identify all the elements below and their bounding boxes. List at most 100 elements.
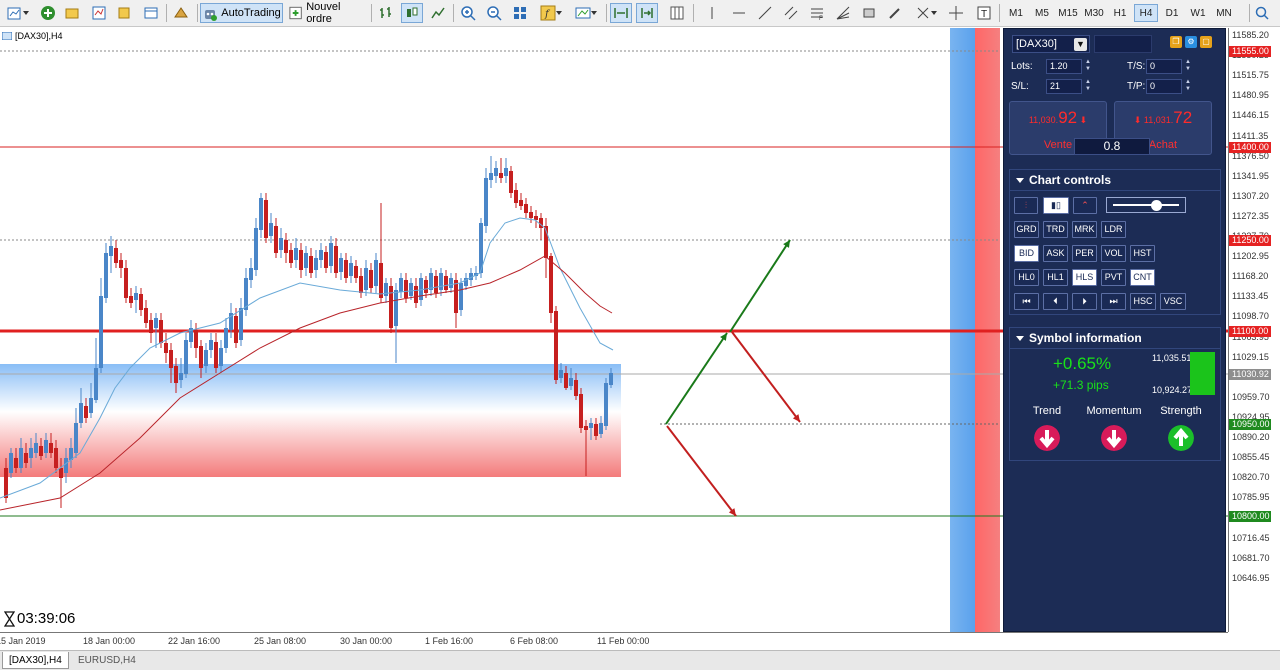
new-chart-button[interactable]	[2, 3, 34, 23]
timeframe-w1[interactable]: W1	[1186, 4, 1210, 22]
zoom-in-button[interactable]	[458, 3, 478, 23]
control-grd-button[interactable]: GRD	[1014, 221, 1039, 238]
timeframe-m1[interactable]: M1	[1004, 4, 1028, 22]
candle-body	[589, 423, 593, 428]
time-tick-label: 25 Jan 08:00	[254, 636, 307, 646]
price-axis[interactable]: 11585.2011550.2511515.7511480.9511446.15…	[1228, 28, 1280, 632]
fibo-fan-icon	[836, 6, 850, 20]
fibonacci-button[interactable]: F	[807, 3, 827, 23]
bar-mode-button[interactable]: ⫶	[1014, 197, 1038, 214]
control-cnt-button[interactable]: CNT	[1130, 269, 1155, 286]
line-mode-button[interactable]: ⌃	[1073, 197, 1097, 214]
new-order-button[interactable]: Nouvel ordre	[287, 1, 367, 25]
period-separators-button[interactable]	[666, 3, 688, 23]
market-watch-button[interactable]	[89, 3, 109, 23]
tab-eurusd[interactable]: EURUSD,H4	[72, 652, 142, 669]
tile-icon	[514, 7, 526, 19]
arrow-button[interactable]	[885, 3, 905, 23]
chart-shift-icon	[614, 8, 628, 18]
data-window-button[interactable]	[114, 3, 134, 23]
candlestick-button[interactable]	[401, 3, 423, 23]
zoom-slider[interactable]	[1106, 197, 1186, 213]
cursor-button[interactable]	[703, 3, 721, 23]
control-per-button[interactable]: PER	[1072, 245, 1097, 262]
navigator-icon	[144, 7, 158, 19]
ts-spinner[interactable]: ▲ ▼	[1184, 59, 1192, 74]
symbol-select[interactable]: [DAX30] ▼	[1012, 35, 1090, 53]
zoom-slider-knob[interactable]	[1151, 200, 1162, 211]
tp-spinner[interactable]: ▲ ▼	[1184, 79, 1192, 94]
timeframe-m15[interactable]: M15	[1056, 4, 1080, 22]
control-mrk-button[interactable]: MRK	[1072, 221, 1097, 238]
control-hl0-button[interactable]: HL0	[1014, 269, 1039, 286]
tile-windows-button[interactable]	[510, 3, 530, 23]
tab-dax30[interactable]: [DAX30],H4	[2, 652, 69, 669]
time-axis[interactable]: 15 Jan 2019 18 Jan 00:00 22 Jan 16:00 25 Ja…	[0, 632, 1228, 649]
autotrading-button[interactable]: AutoTrading	[200, 3, 283, 23]
settings-icon[interactable]: ⚙	[1185, 36, 1197, 48]
last-icon[interactable]: ⏭	[1101, 293, 1126, 310]
chevron-down-icon	[931, 11, 937, 15]
pencil-icon	[889, 8, 900, 19]
strategy-tester-button[interactable]	[170, 3, 192, 23]
timeframe-h4[interactable]: H4	[1134, 4, 1158, 22]
timeframe-m5[interactable]: M5	[1030, 4, 1054, 22]
control-ask-button[interactable]: ASK	[1043, 245, 1068, 262]
first-icon[interactable]: ⏮	[1014, 293, 1039, 310]
arrows-menu-button[interactable]	[911, 3, 941, 23]
sl-input[interactable]: 21	[1046, 79, 1082, 94]
ts-input[interactable]: 0	[1146, 59, 1182, 74]
indicators-button[interactable]: f	[536, 3, 566, 23]
control-ldr-button[interactable]: LDR	[1101, 221, 1126, 238]
line-chart-button[interactable]	[428, 3, 448, 23]
horizontal-line-button[interactable]	[729, 3, 749, 23]
control-trd-button[interactable]: TRD	[1043, 221, 1068, 238]
time-tick-label: 18 Jan 00:00	[83, 636, 136, 646]
chart-controls-header[interactable]: Chart controls	[1010, 170, 1220, 191]
lots-spinner[interactable]: ▲ ▼	[1084, 59, 1092, 74]
navigator-button[interactable]	[141, 3, 161, 23]
crosshair-button[interactable]	[946, 3, 966, 23]
candle-body	[414, 286, 418, 303]
candle-body	[594, 424, 598, 436]
timeframe-h1[interactable]: H1	[1108, 4, 1132, 22]
fibo-fan-button[interactable]	[833, 3, 853, 23]
profiles-button[interactable]	[62, 3, 82, 23]
prev-icon[interactable]: ⏴	[1043, 293, 1068, 310]
tp-input[interactable]: 0	[1146, 79, 1182, 94]
candle-body	[109, 246, 113, 256]
equidistant-channel-button[interactable]	[781, 3, 801, 23]
zoom-out-button[interactable]	[484, 3, 504, 23]
window-icon[interactable]: ▢	[1200, 36, 1212, 48]
rectangle-button[interactable]	[859, 3, 879, 23]
lots-label: Lots:	[1011, 61, 1033, 72]
control-vsc-button[interactable]: VSC	[1160, 293, 1186, 310]
lots-input[interactable]: 1.20	[1046, 59, 1082, 74]
symbol-information-header[interactable]: Symbol information	[1010, 328, 1220, 349]
symbol-search-field[interactable]	[1094, 35, 1152, 53]
text-button[interactable]: T	[974, 3, 994, 23]
control-hst-button[interactable]: HST	[1130, 245, 1155, 262]
templates-button[interactable]	[570, 3, 602, 23]
control-hls-button[interactable]: HLS	[1072, 269, 1097, 286]
sl-spinner[interactable]: ▲ ▼	[1084, 79, 1092, 94]
control-hsc-button[interactable]: HSC	[1130, 293, 1156, 310]
candle-mode-button[interactable]: ▮▯	[1043, 197, 1069, 214]
bar-chart-button[interactable]	[376, 3, 396, 23]
price-tick-label: 11098.70	[1232, 311, 1269, 322]
add-symbol-button[interactable]	[38, 3, 58, 23]
autoscroll-button[interactable]	[636, 3, 658, 23]
search-button[interactable]	[1253, 3, 1271, 23]
copy-icon[interactable]: ❐	[1170, 36, 1182, 48]
timeframe-d1[interactable]: D1	[1160, 4, 1184, 22]
control-pvt-button[interactable]: PVT	[1101, 269, 1126, 286]
chart-shift-button[interactable]	[610, 3, 632, 23]
timeframe-m30[interactable]: M30	[1082, 4, 1106, 22]
candle-body	[604, 383, 608, 426]
control-hl1-button[interactable]: HL1	[1043, 269, 1068, 286]
next-icon[interactable]: ⏵	[1072, 293, 1097, 310]
control-bid-button[interactable]: BID	[1014, 245, 1039, 262]
trendline-button[interactable]	[755, 3, 775, 23]
control-vol-button[interactable]: VOL	[1101, 245, 1126, 262]
timeframe-mn[interactable]: MN	[1212, 4, 1236, 22]
